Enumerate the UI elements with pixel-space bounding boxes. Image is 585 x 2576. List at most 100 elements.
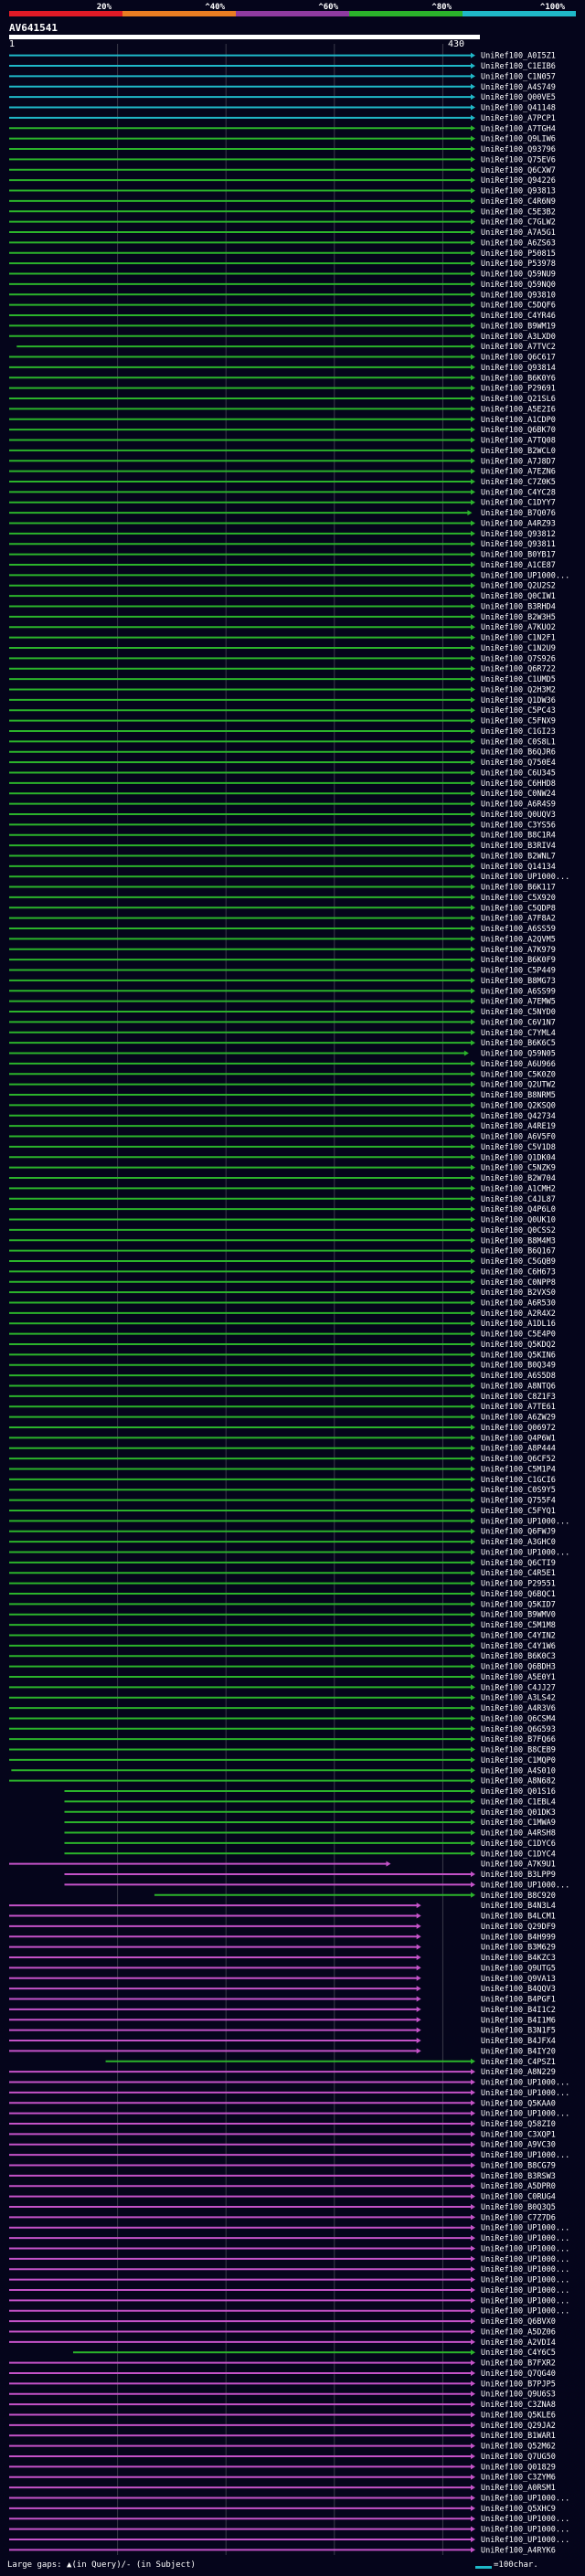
hit-row[interactable]: UniRef100_P29691 bbox=[9, 385, 556, 394]
hit-row[interactable]: UniRef100_C4JL87 bbox=[9, 1195, 556, 1204]
hit-row[interactable]: UniRef100_UP1000... bbox=[9, 2494, 569, 2503]
hit-row[interactable]: UniRef100_B0YB17 bbox=[9, 551, 556, 560]
hit-row[interactable]: UniRef100_C1EIB6 bbox=[9, 62, 556, 71]
hit-label[interactable]: UniRef100_Q6CXW7 bbox=[481, 166, 556, 175]
hit-label[interactable]: UniRef100_UP1000... bbox=[481, 2151, 569, 2160]
hit-row[interactable]: UniRef100_C0S8L1 bbox=[9, 737, 556, 747]
hit-row[interactable]: UniRef100_Q41148 bbox=[9, 104, 556, 113]
hit-row[interactable]: UniRef100_B4IY20 bbox=[9, 2047, 556, 2056]
hit-label[interactable]: UniRef100_Q7UG50 bbox=[481, 2453, 556, 2462]
hit-row[interactable]: UniRef100_B7FXR2 bbox=[9, 2359, 556, 2369]
hit-label[interactable]: UniRef100_A0RSM1 bbox=[481, 2484, 556, 2493]
hit-row[interactable]: UniRef100_Q93796 bbox=[9, 145, 556, 154]
hit-row[interactable]: UniRef100_C5FNX9 bbox=[9, 717, 556, 726]
hit-row[interactable]: UniRef100_C4YR46 bbox=[9, 312, 556, 321]
hit-row[interactable]: UniRef100_Q00VE5 bbox=[9, 93, 556, 102]
hit-label[interactable]: UniRef100_B8CG79 bbox=[481, 2161, 556, 2170]
hit-label[interactable]: UniRef100_UP1000... bbox=[481, 1548, 569, 1557]
hit-row[interactable]: UniRef100_A7A5G1 bbox=[9, 228, 556, 238]
hit-label[interactable]: UniRef100_A1CMH2 bbox=[481, 1184, 556, 1193]
hit-label[interactable]: UniRef100_C5K0Z0 bbox=[481, 1070, 556, 1079]
hit-row[interactable]: UniRef100_B4QQV3 bbox=[9, 1985, 556, 1994]
hit-row[interactable]: UniRef100_Q750E4 bbox=[9, 758, 556, 768]
hit-label[interactable]: UniRef100_Q42734 bbox=[481, 1112, 556, 1121]
hit-row[interactable]: UniRef100_Q4P6L0 bbox=[9, 1205, 556, 1214]
hit-label[interactable]: UniRef100_B6K0C3 bbox=[481, 1652, 556, 1661]
hit-row[interactable]: UniRef100_A3GHC0 bbox=[9, 1538, 556, 1547]
hit-row[interactable]: UniRef100_B8C1R4 bbox=[9, 832, 556, 841]
hit-row[interactable]: UniRef100_A6ZS63 bbox=[9, 239, 556, 248]
hit-label[interactable]: UniRef100_A4RSH8 bbox=[481, 1829, 556, 1839]
hit-label[interactable]: UniRef100_C5X920 bbox=[481, 894, 556, 903]
hit-row[interactable]: UniRef100_Q2U2S2 bbox=[9, 582, 556, 591]
hit-row[interactable]: UniRef100_C3XQP1 bbox=[9, 2130, 556, 2139]
hit-row[interactable]: UniRef100_B4JFX4 bbox=[9, 2037, 556, 2046]
hit-label[interactable]: UniRef100_B3RIV4 bbox=[481, 842, 556, 851]
hit-label[interactable]: UniRef100_Q5KLE6 bbox=[481, 2411, 556, 2420]
hit-label[interactable]: UniRef100_A6ZW29 bbox=[481, 1414, 556, 1423]
hit-label[interactable]: UniRef100_UP1000... bbox=[481, 2286, 569, 2295]
hit-label[interactable]: UniRef100_Q5KDQ2 bbox=[481, 1341, 556, 1350]
hit-row[interactable]: UniRef100_Q5KLE6 bbox=[9, 2411, 556, 2420]
hit-row[interactable]: UniRef100_A5E2I6 bbox=[9, 405, 556, 414]
hit-row[interactable]: UniRef100_B8CEB9 bbox=[9, 1746, 556, 1755]
hit-label[interactable]: UniRef100_A1DL16 bbox=[481, 1320, 556, 1329]
hit-label[interactable]: UniRef100_C1GCI6 bbox=[481, 1476, 556, 1485]
hit-label[interactable]: UniRef100_A7EZN6 bbox=[481, 468, 556, 477]
hit-label[interactable]: UniRef100_A7PCP1 bbox=[481, 114, 556, 123]
hit-label[interactable]: UniRef100_C5NYD0 bbox=[481, 1008, 556, 1017]
hit-row[interactable]: UniRef100_A0RSM1 bbox=[9, 2484, 556, 2493]
hit-row[interactable]: UniRef100_C4JJ27 bbox=[9, 1683, 556, 1692]
hit-row[interactable]: UniRef100_A6R530 bbox=[9, 1299, 556, 1309]
hit-row[interactable]: UniRef100_A7TVC2 bbox=[16, 343, 556, 352]
hit-label[interactable]: UniRef100_A6S5D8 bbox=[481, 1372, 556, 1381]
hit-row[interactable]: UniRef100_B7FQ66 bbox=[9, 1735, 556, 1744]
hit-label[interactable]: UniRef100_A2VDI4 bbox=[481, 2338, 556, 2348]
hit-row[interactable]: UniRef100_Q42734 bbox=[9, 1112, 556, 1121]
hit-label[interactable]: UniRef100_C5DQF6 bbox=[481, 302, 556, 311]
hit-label[interactable]: UniRef100_C1EIB6 bbox=[481, 62, 556, 71]
hit-label[interactable]: UniRef100_Q6R722 bbox=[481, 665, 556, 674]
hit-label[interactable]: UniRef100_C5V1D8 bbox=[481, 1143, 556, 1152]
hit-label[interactable]: UniRef100_A7EMW5 bbox=[481, 998, 556, 1007]
hit-row[interactable]: UniRef100_B6K6C5 bbox=[9, 1039, 556, 1048]
hit-row[interactable]: UniRef100_Q94226 bbox=[9, 176, 556, 186]
hit-row[interactable]: UniRef100_A4S749 bbox=[9, 83, 556, 92]
hit-row[interactable]: UniRef100_Q21SL6 bbox=[9, 395, 556, 404]
hit-row[interactable]: UniRef100_UP1000... bbox=[9, 2255, 569, 2264]
hit-label[interactable]: UniRef100_A3LXD0 bbox=[481, 333, 556, 342]
hit-label[interactable]: UniRef100_Q5XHC9 bbox=[481, 2505, 556, 2514]
hit-label[interactable]: UniRef100_Q21SL6 bbox=[481, 395, 556, 404]
hit-row[interactable]: UniRef100_Q2H3M2 bbox=[9, 685, 556, 694]
hit-label[interactable]: UniRef100_Q5KIN6 bbox=[481, 1351, 556, 1360]
hit-row[interactable]: UniRef100_Q93810 bbox=[9, 291, 556, 300]
hit-row[interactable]: UniRef100_B3N1F5 bbox=[9, 2027, 556, 2036]
hit-label[interactable]: UniRef100_C5M1P4 bbox=[481, 1465, 556, 1474]
hit-row[interactable]: UniRef100_C5NYD0 bbox=[9, 1008, 556, 1017]
hit-label[interactable]: UniRef100_UP1000... bbox=[481, 1517, 569, 1526]
hit-row[interactable]: UniRef100_A5E0Y1 bbox=[9, 1673, 556, 1682]
hit-label[interactable]: UniRef100_B4H999 bbox=[481, 1933, 556, 1942]
hit-label[interactable]: UniRef100_C7YML4 bbox=[481, 1029, 556, 1038]
hit-row[interactable]: UniRef100_Q29JA2 bbox=[9, 2422, 556, 2431]
hit-label[interactable]: UniRef100_B2W704 bbox=[481, 1174, 556, 1183]
hit-row[interactable]: UniRef100_A8NTQ6 bbox=[9, 1382, 556, 1391]
hit-row[interactable]: UniRef100_B0Q3Q5 bbox=[9, 2203, 556, 2212]
hit-label[interactable]: UniRef100_C5FNX9 bbox=[481, 717, 556, 726]
hit-row[interactable]: UniRef100_B6K0F9 bbox=[9, 956, 556, 965]
hit-label[interactable]: UniRef100_B4N3L4 bbox=[481, 1902, 556, 1911]
hit-row[interactable]: UniRef100_B6K117 bbox=[9, 884, 556, 893]
hit-label[interactable]: UniRef100_C5NZK9 bbox=[481, 1164, 556, 1173]
hit-label[interactable]: UniRef100_Q6CTI9 bbox=[481, 1559, 556, 1568]
hit-row[interactable]: UniRef100_A8N229 bbox=[9, 2068, 556, 2077]
hit-row[interactable]: UniRef100_Q6C617 bbox=[9, 354, 556, 363]
hit-label[interactable]: UniRef100_A2R4X2 bbox=[481, 1309, 556, 1319]
hit-row[interactable]: UniRef100_UP1000... bbox=[9, 2089, 569, 2098]
hit-label[interactable]: UniRef100_C5E4P0 bbox=[481, 1330, 556, 1340]
hit-label[interactable]: UniRef100_Q6CSM4 bbox=[481, 1714, 556, 1723]
hit-label[interactable]: UniRef100_B6K6C5 bbox=[481, 1039, 556, 1048]
hit-label[interactable]: UniRef100_B3M629 bbox=[481, 1944, 556, 1953]
hit-row[interactable]: UniRef100_C1N2U9 bbox=[9, 644, 556, 653]
hit-row[interactable]: UniRef100_Q0CIW1 bbox=[9, 592, 556, 601]
hit-row[interactable]: UniRef100_C5NZK9 bbox=[9, 1164, 556, 1173]
